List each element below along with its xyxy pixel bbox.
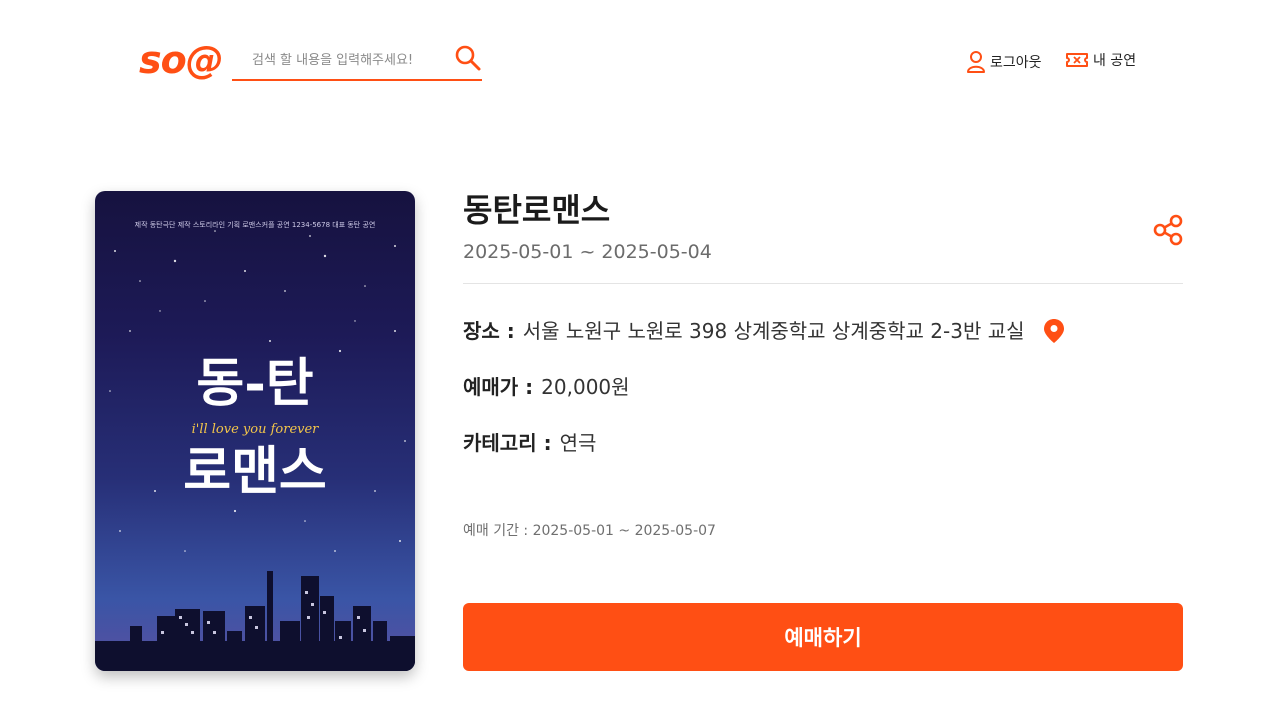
search-icon [455,45,481,71]
category-value: 연극 [559,431,597,455]
venue-label: 장소 : [463,319,515,343]
poster-artwork: 제작 동탄극단 제작 스토리라인 기획 로맨스커플 공연 1234-5678 대… [95,220,415,671]
search-bar [232,40,482,81]
header: so@ 로그아웃 내 공연 [0,0,1280,120]
category-label: 카테고리 : [463,431,552,455]
price-label: 예매가 : [463,375,534,399]
venue-row: 장소 : 서울 노원구 노원로 398 상계중학교 상계중학교 2-3반 교실 [463,316,1065,346]
poster-title-line1: 동-탄 [196,353,313,414]
logo[interactable]: so@ [139,38,224,82]
venue-value: 서울 노원구 노원로 398 상계중학교 상계중학교 2-3반 교실 [522,319,1025,343]
poster-credits: 제작 동탄극단 제작 스토리라인 기획 로맨스커플 공연 1234-5678 대… [135,220,376,229]
event-title: 동탄로맨스 [463,191,611,229]
booking-period: 예매 기간 : 2025-05-01 ~ 2025-05-07 [463,523,716,539]
map-pin-icon[interactable] [1043,318,1065,344]
logout-label: 로그아웃 [990,55,1042,71]
user-icon [967,51,985,73]
search-input[interactable] [232,46,442,74]
poster-title-line2: 로맨스 [183,441,327,502]
logout-button[interactable]: 로그아웃 [966,50,1042,74]
price-row: 예매가 : 20,000원 [463,372,630,402]
event-date-range: 2025-05-01 ~ 2025-05-04 [463,241,712,263]
my-shows-button[interactable]: 내 공연 [1065,50,1136,70]
ticket-icon [1066,53,1088,67]
event-poster: 제작 동탄극단 제작 스토리라인 기획 로맨스커플 공연 1234-5678 대… [95,191,415,671]
search-button[interactable] [454,44,482,72]
my-shows-label: 내 공연 [1093,53,1137,69]
book-button[interactable]: 예매하기 [463,603,1183,671]
share-button[interactable] [1150,212,1186,248]
divider [463,283,1183,284]
poster-skyline [95,571,415,671]
share-icon [1153,214,1183,246]
category-row: 카테고리 : 연극 [463,428,596,458]
poster-tagline: i'll love you forever [192,422,320,437]
price-value: 20,000원 [541,375,630,399]
